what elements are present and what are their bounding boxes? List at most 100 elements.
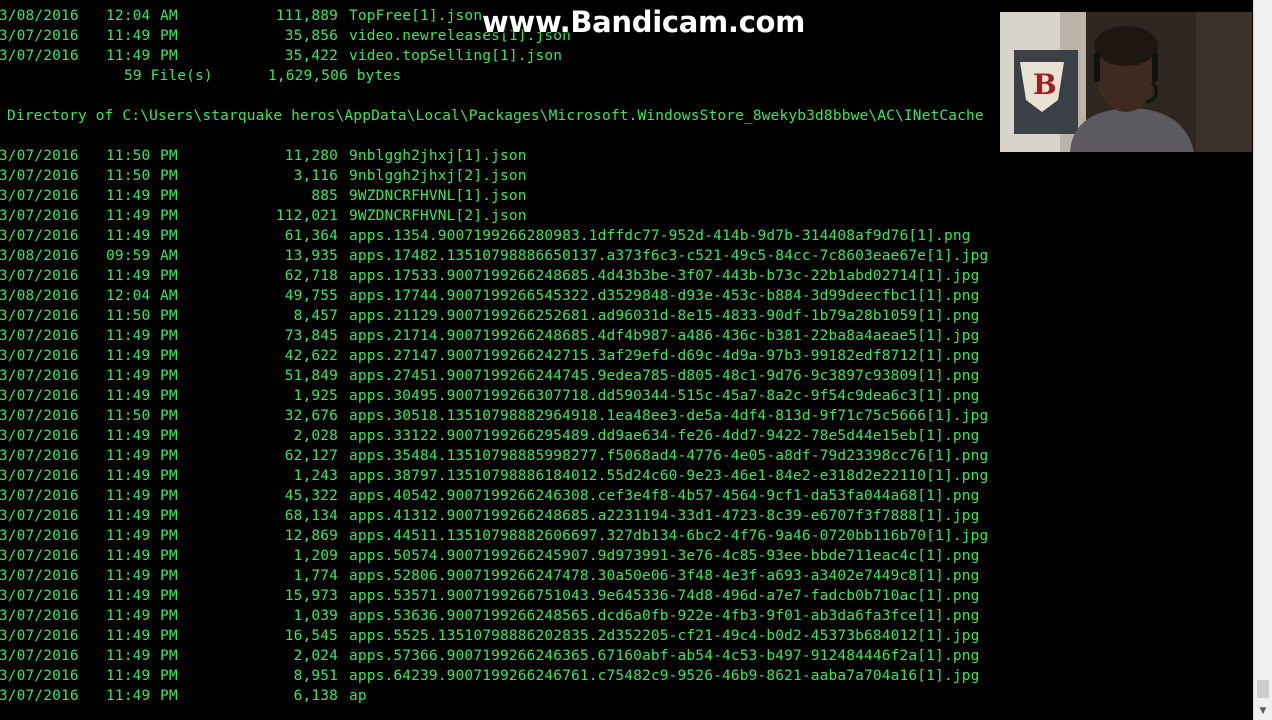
vertical-scrollbar[interactable]: ▼ bbox=[1253, 0, 1272, 720]
entry-size: 1,243 bbox=[293, 468, 338, 484]
entry-time: 11:49 bbox=[106, 508, 151, 524]
entry-date: 03/07/2016 bbox=[0, 348, 79, 364]
entry-date: 03/07/2016 bbox=[0, 228, 79, 244]
entry-filename: apps.53636.9007199266248565.dcd6a0fb-922… bbox=[349, 608, 980, 624]
entry-ampm: PM bbox=[160, 528, 178, 544]
entry-time: 11:49 bbox=[106, 628, 151, 644]
entry-date: 03/08/2016 bbox=[0, 288, 79, 304]
entry-time: 09:59 bbox=[106, 248, 151, 264]
bytes-total: 1,629,506 bytes bbox=[268, 68, 402, 84]
entry-filename: apps.41312.9007199266248685.a2231194-33d… bbox=[349, 508, 980, 524]
entry-ampm: PM bbox=[160, 448, 178, 464]
entry-filename: apps.40542.9007199266246308.cef3e4f8-4b5… bbox=[349, 488, 980, 504]
entry-time: 11:49 bbox=[106, 228, 151, 244]
entry-filename: 9WZDNCRFHVNL[1].json bbox=[349, 188, 527, 204]
entry-date: 03/07/2016 bbox=[0, 628, 79, 644]
entry-filename: TopFree[1].json bbox=[349, 8, 483, 24]
entry-filename: apps.38797.13510798886184012.55d24c60-9e… bbox=[349, 468, 989, 484]
entry-size: 3,116 bbox=[293, 168, 338, 184]
entry-time: 11:49 bbox=[106, 388, 151, 404]
entry-ampm: PM bbox=[160, 348, 178, 364]
entry-date: 03/07/2016 bbox=[0, 28, 79, 44]
entry-filename: apps.17744.9007199266545322.d3529848-d93… bbox=[349, 288, 980, 304]
entry-filename: apps.44511.13510798882606697.327db134-6b… bbox=[349, 528, 989, 544]
entry-ampm: PM bbox=[160, 208, 178, 224]
entry-filename: apps.30518.13510798882964918.1ea48ee3-de… bbox=[349, 408, 989, 424]
entry-filename: apps.27451.9007199266244745.9edea785-d80… bbox=[349, 368, 980, 384]
entry-filename: apps.35484.13510798885998277.f5068ad4-47… bbox=[349, 448, 989, 464]
entry-date: 03/07/2016 bbox=[0, 688, 79, 704]
entry-ampm: AM bbox=[160, 288, 178, 304]
entry-ampm: PM bbox=[160, 388, 178, 404]
entry-filename: ap bbox=[349, 688, 367, 704]
entry-ampm: PM bbox=[160, 168, 178, 184]
poster: B bbox=[1014, 50, 1078, 134]
entry-date: 03/07/2016 bbox=[0, 468, 79, 484]
entry-ampm: PM bbox=[160, 308, 178, 324]
entry-ampm: AM bbox=[160, 248, 178, 264]
entry-filename: apps.33122.9007199266295489.dd9ae634-fe2… bbox=[349, 428, 980, 444]
entry-time: 11:49 bbox=[106, 208, 151, 224]
entry-ampm: PM bbox=[160, 428, 178, 444]
entry-size: 11,280 bbox=[284, 148, 338, 164]
entry-filename: apps.21129.9007199266252681.ad96031d-8e1… bbox=[349, 308, 980, 324]
entry-date: 03/07/2016 bbox=[0, 188, 79, 204]
entry-time: 11:50 bbox=[106, 308, 151, 324]
entry-time: 11:49 bbox=[106, 488, 151, 504]
entry-size: 1,039 bbox=[293, 608, 338, 624]
entry-filename: apps.21714.9007199266248685.4df4b987-a48… bbox=[349, 328, 980, 344]
entry-time: 11:50 bbox=[106, 148, 151, 164]
entry-size: 1,774 bbox=[293, 568, 338, 584]
entry-time: 11:49 bbox=[106, 368, 151, 384]
svg-text:B: B bbox=[1033, 68, 1057, 101]
entry-date: 03/07/2016 bbox=[0, 148, 79, 164]
entry-filename: 9WZDNCRFHVNL[2].json bbox=[349, 208, 527, 224]
entry-date: 03/07/2016 bbox=[0, 568, 79, 584]
entry-time: 12:04 bbox=[106, 288, 151, 304]
entry-time: 11:49 bbox=[106, 588, 151, 604]
entry-date: 03/07/2016 bbox=[0, 448, 79, 464]
entry-size: 73,845 bbox=[284, 328, 338, 344]
entry-filename: apps.64239.9007199266246761.c75482c9-952… bbox=[349, 668, 980, 684]
entry-date: 03/07/2016 bbox=[0, 508, 79, 524]
entry-size: 68,134 bbox=[284, 508, 338, 524]
entry-time: 11:49 bbox=[106, 348, 151, 364]
entry-ampm: PM bbox=[160, 588, 178, 604]
entry-filename: apps.17482.13510798886650137.a373f6c3-c5… bbox=[349, 248, 989, 264]
entry-size: 35,856 bbox=[284, 28, 338, 44]
directory-path: Directory of C:\Users\starquake heros\Ap… bbox=[7, 108, 984, 124]
entry-size: 112,021 bbox=[275, 208, 338, 224]
entry-time: 11:49 bbox=[106, 528, 151, 544]
entry-date: 03/07/2016 bbox=[0, 648, 79, 664]
entry-time: 11:49 bbox=[106, 648, 151, 664]
entry-filename: apps.5525.13510798886202835.2d352205-cf2… bbox=[349, 628, 980, 644]
webcam-overlay: B bbox=[1000, 12, 1252, 152]
arrow-down-icon[interactable]: ▼ bbox=[1254, 702, 1272, 720]
entry-ampm: PM bbox=[160, 468, 178, 484]
entry-size: 8,951 bbox=[293, 668, 338, 684]
entry-date: 03/07/2016 bbox=[0, 408, 79, 424]
entry-time: 11:49 bbox=[106, 688, 151, 704]
entry-size: 62,127 bbox=[284, 448, 338, 464]
entry-size: 15,973 bbox=[284, 588, 338, 604]
entry-ampm: PM bbox=[160, 688, 178, 704]
webcam-picture: B bbox=[1000, 12, 1252, 152]
scrollbar-thumb[interactable] bbox=[1257, 680, 1269, 698]
entry-time: 11:49 bbox=[106, 428, 151, 444]
entry-size: 62,718 bbox=[284, 268, 338, 284]
entry-date: 03/07/2016 bbox=[0, 608, 79, 624]
entry-ampm: AM bbox=[160, 8, 178, 24]
entry-ampm: PM bbox=[160, 668, 178, 684]
entry-size: 12,869 bbox=[284, 528, 338, 544]
entry-date: 03/08/2016 bbox=[0, 248, 79, 264]
entry-time: 11:49 bbox=[106, 188, 151, 204]
entry-size: 111,889 bbox=[275, 8, 338, 24]
entry-date: 03/07/2016 bbox=[0, 208, 79, 224]
entry-filename: apps.27147.9007199266242715.3af29efd-d69… bbox=[349, 348, 980, 364]
entry-ampm: PM bbox=[160, 328, 178, 344]
entry-date: 03/07/2016 bbox=[0, 308, 79, 324]
entry-ampm: PM bbox=[160, 368, 178, 384]
entry-size: 6,138 bbox=[293, 688, 338, 704]
entry-ampm: PM bbox=[160, 228, 178, 244]
entry-date: 03/07/2016 bbox=[0, 168, 79, 184]
